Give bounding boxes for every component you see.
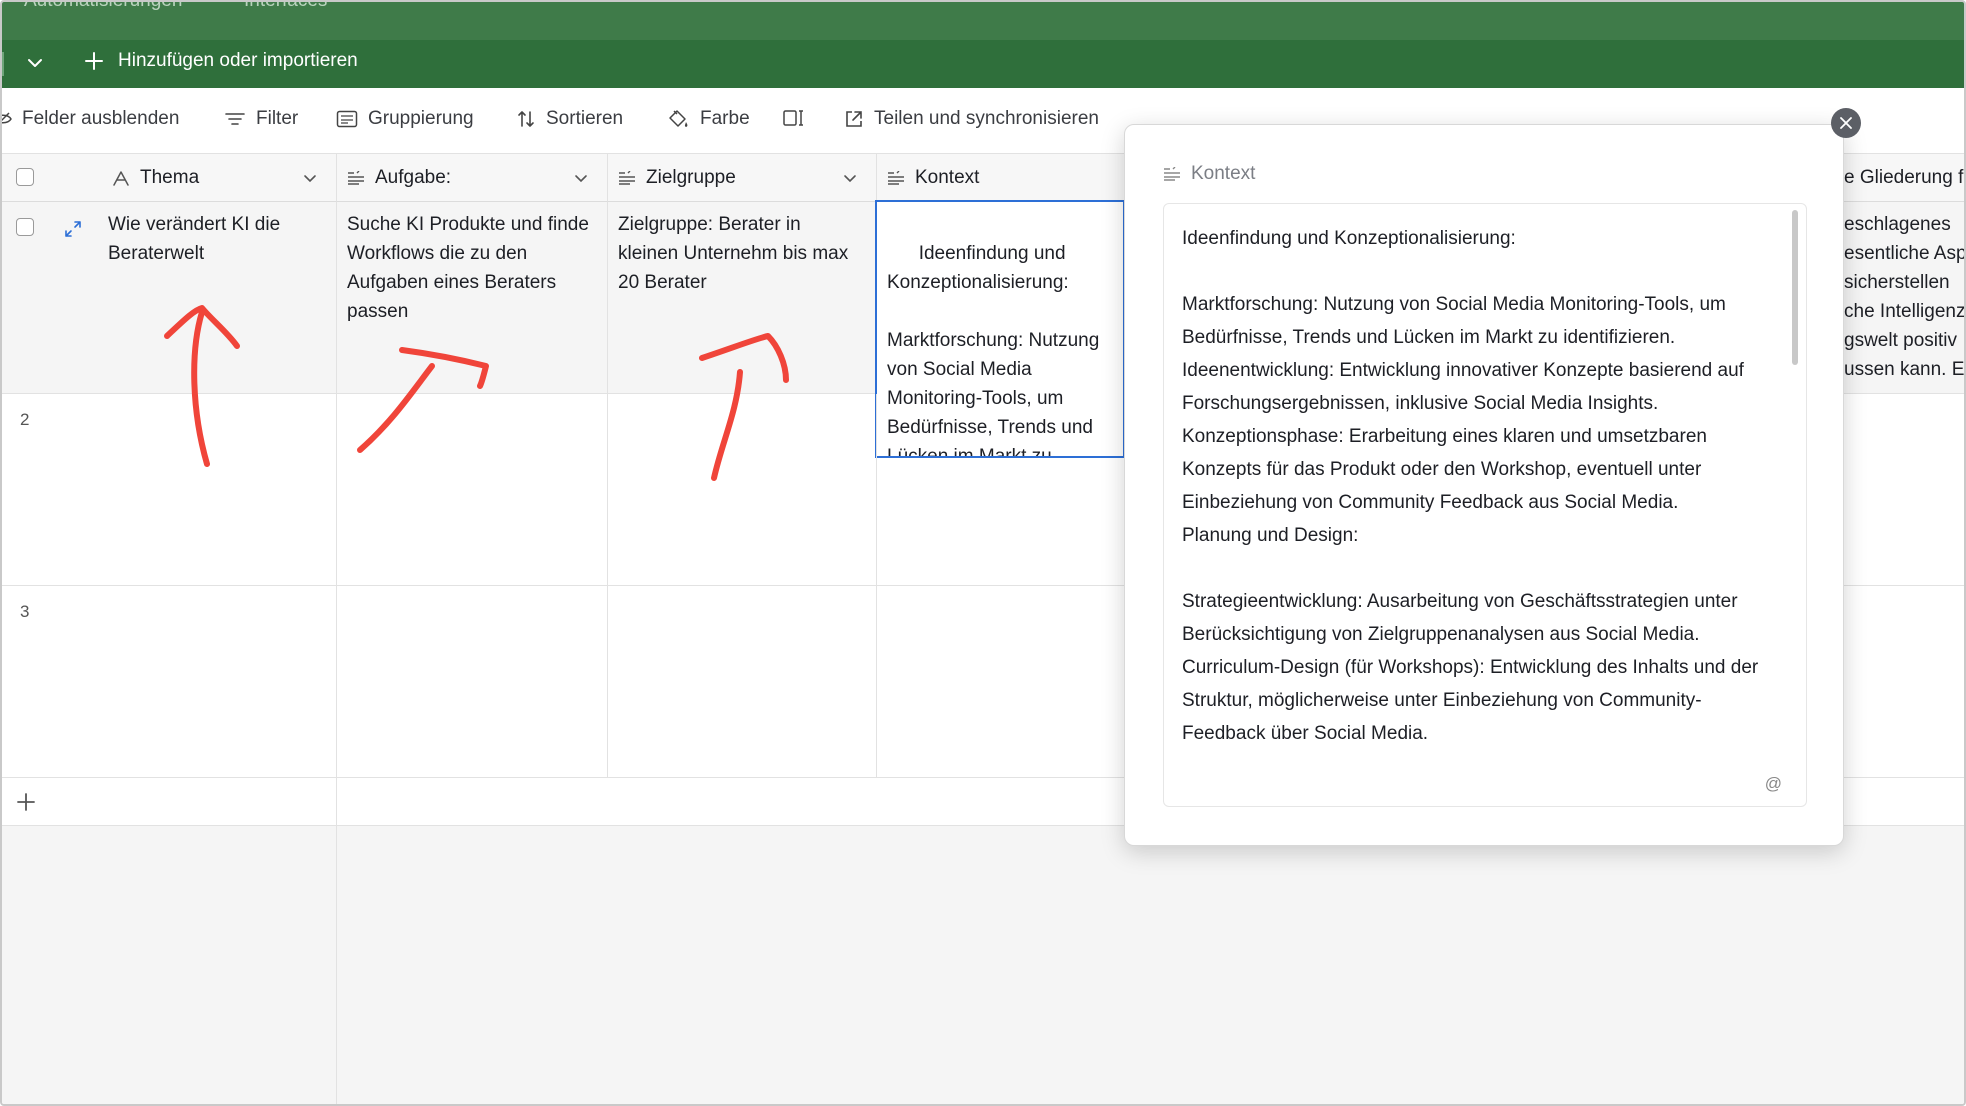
hide-fields-label: Felder ausblenden: [22, 108, 180, 129]
close-icon: [1840, 117, 1852, 129]
column-label-kontext: Kontext: [915, 166, 980, 188]
long-text-icon: [619, 170, 635, 185]
cell-gliederung-row2[interactable]: [1844, 394, 1964, 586]
table-subbar: Hinzufügen oder importieren: [2, 40, 1964, 88]
add-row-button[interactable]: [2, 778, 337, 826]
cell-text-line: esentliche Asp: [1844, 243, 1966, 264]
group-button[interactable]: Gruppierung: [336, 108, 474, 130]
mention-icon[interactable]: @: [1765, 774, 1782, 794]
chevron-down-icon[interactable]: [24, 52, 46, 74]
divider: [2, 52, 4, 76]
column-header-aufgabe[interactable]: Aufgabe:: [337, 154, 608, 202]
column-header-kontext[interactable]: Kontext: [877, 154, 1127, 202]
cell-thema-row3[interactable]: [2, 586, 337, 778]
long-text-icon: [888, 170, 904, 185]
cell-text: Wie verändert KI die Beraterwelt: [108, 214, 281, 264]
cell-zielgruppe-row2[interactable]: [608, 394, 877, 586]
column-label-gliederung: e Gliederung f: [1844, 166, 1964, 188]
cell-gliederung-row1[interactable]: eschlagenes esentliche Asp sicherstellen…: [1844, 202, 1966, 394]
hide-fields-button[interactable]: Felder ausblenden: [2, 108, 180, 130]
cell-text-line: eschlagenes: [1844, 214, 1951, 235]
chevron-down-icon[interactable]: [302, 170, 318, 186]
cell-text-line: ussen kann. Es: [1844, 359, 1966, 380]
filter-label: Filter: [256, 108, 299, 129]
column-label-thema: Thema: [140, 166, 200, 188]
expanded-panel-title: Kontext: [1163, 163, 1255, 185]
column-label-zielgruppe: Zielgruppe: [646, 166, 736, 188]
expand-record-icon[interactable]: [64, 220, 82, 238]
row-height-button[interactable]: [782, 108, 806, 128]
row-height-icon: [783, 110, 803, 126]
cell-zielgruppe-row1[interactable]: Zielgruppe: Berater in kleinen Unternehm…: [608, 202, 877, 394]
cell-aufgabe-row1[interactable]: Suche KI Produkte und finde Workflows di…: [337, 202, 608, 394]
cell-kontext-row1-selected[interactable]: Ideenfindung und Konzeptionalisierung: M…: [875, 200, 1125, 458]
expanded-panel-title-label: Kontext: [1191, 163, 1256, 184]
column-header-gliederung[interactable]: e Gliederung f: [1844, 154, 1964, 202]
long-text-icon: [348, 170, 364, 185]
external-link-icon: [846, 111, 862, 127]
sort-label: Sortieren: [546, 108, 624, 129]
color-label: Farbe: [700, 108, 750, 129]
grid-empty-area-left: [2, 826, 337, 1104]
app-window: Automatisierungen Interfaces Hinzufügen …: [0, 0, 1966, 1106]
add-or-import-button[interactable]: Hinzufügen oder importieren: [84, 50, 358, 72]
tab-automations[interactable]: Automatisierungen: [24, 2, 182, 12]
select-all-checkbox[interactable]: [16, 168, 34, 186]
share-sync-label: Teilen und synchronisieren: [874, 108, 1099, 129]
tab-interfaces[interactable]: Interfaces: [244, 2, 327, 12]
cell-text-line: gswelt positiv: [1844, 330, 1957, 351]
eye-off-icon: [2, 112, 12, 124]
close-button[interactable]: [1831, 108, 1861, 138]
cell-text: Ideenfindung und Konzeptionalisierung: M…: [887, 243, 1100, 458]
long-text-icon: [1164, 167, 1180, 181]
column-label-aufgabe: Aufgabe:: [375, 166, 452, 188]
top-nav-band: Automatisierungen Interfaces: [2, 2, 1964, 40]
row-checkbox[interactable]: [16, 218, 34, 236]
cell-aufgabe-row3[interactable]: [337, 586, 608, 778]
group-icon: [336, 110, 358, 128]
scrollbar[interactable]: [1792, 210, 1798, 365]
color-button[interactable]: Farbe: [666, 108, 750, 130]
sort-icon: [518, 111, 534, 127]
cell-zielgruppe-row3[interactable]: [608, 586, 877, 778]
cell-kontext-row3[interactable]: [877, 586, 1127, 778]
expanded-text-area[interactable]: Ideenfindung und Konzeptionalisierung: M…: [1163, 203, 1807, 807]
cell-text: Suche KI Produkte und finde Workflows di…: [347, 214, 589, 322]
column-header-zielgruppe[interactable]: Zielgruppe: [608, 154, 877, 202]
paint-bucket-icon: [669, 110, 688, 127]
row-number: 3: [20, 602, 30, 621]
expanded-text-content: Ideenfindung und Konzeptionalisierung: M…: [1182, 228, 1759, 744]
cell-text: Zielgruppe: Berater in kleinen Unternehm…: [618, 214, 849, 293]
filter-button[interactable]: Filter: [224, 108, 298, 130]
cell-text-line: che Intelligenz: [1844, 301, 1966, 322]
add-or-import-label: Hinzufügen oder importieren: [118, 50, 358, 71]
share-sync-button[interactable]: Teilen und synchronisieren: [844, 108, 1099, 130]
expanded-cell-panel: Kontext Ideenfindung und Konzeptionalisi…: [1124, 124, 1844, 846]
cell-aufgabe-row2[interactable]: [337, 394, 608, 586]
plus-icon: [85, 52, 103, 70]
column-header-thema[interactable]: Thema: [2, 154, 337, 202]
cell-text-line: sicherstellen: [1844, 272, 1950, 293]
chevron-down-icon[interactable]: [573, 170, 589, 186]
cell-gliederung-row3[interactable]: [1844, 586, 1964, 778]
cell-kontext-row2[interactable]: [877, 458, 1127, 586]
filter-icon: [225, 113, 245, 125]
text-field-icon: [113, 170, 129, 186]
cell-thema-row1[interactable]: Wie verändert KI die Beraterwelt: [2, 202, 337, 394]
group-label: Gruppierung: [368, 108, 474, 129]
cell-thema-row2[interactable]: [2, 394, 337, 586]
sort-button[interactable]: Sortieren: [516, 108, 623, 130]
row-number: 2: [20, 410, 30, 429]
chevron-down-icon[interactable]: [842, 170, 858, 186]
grid-empty-area: [337, 826, 1964, 1104]
plus-icon: [17, 793, 35, 811]
